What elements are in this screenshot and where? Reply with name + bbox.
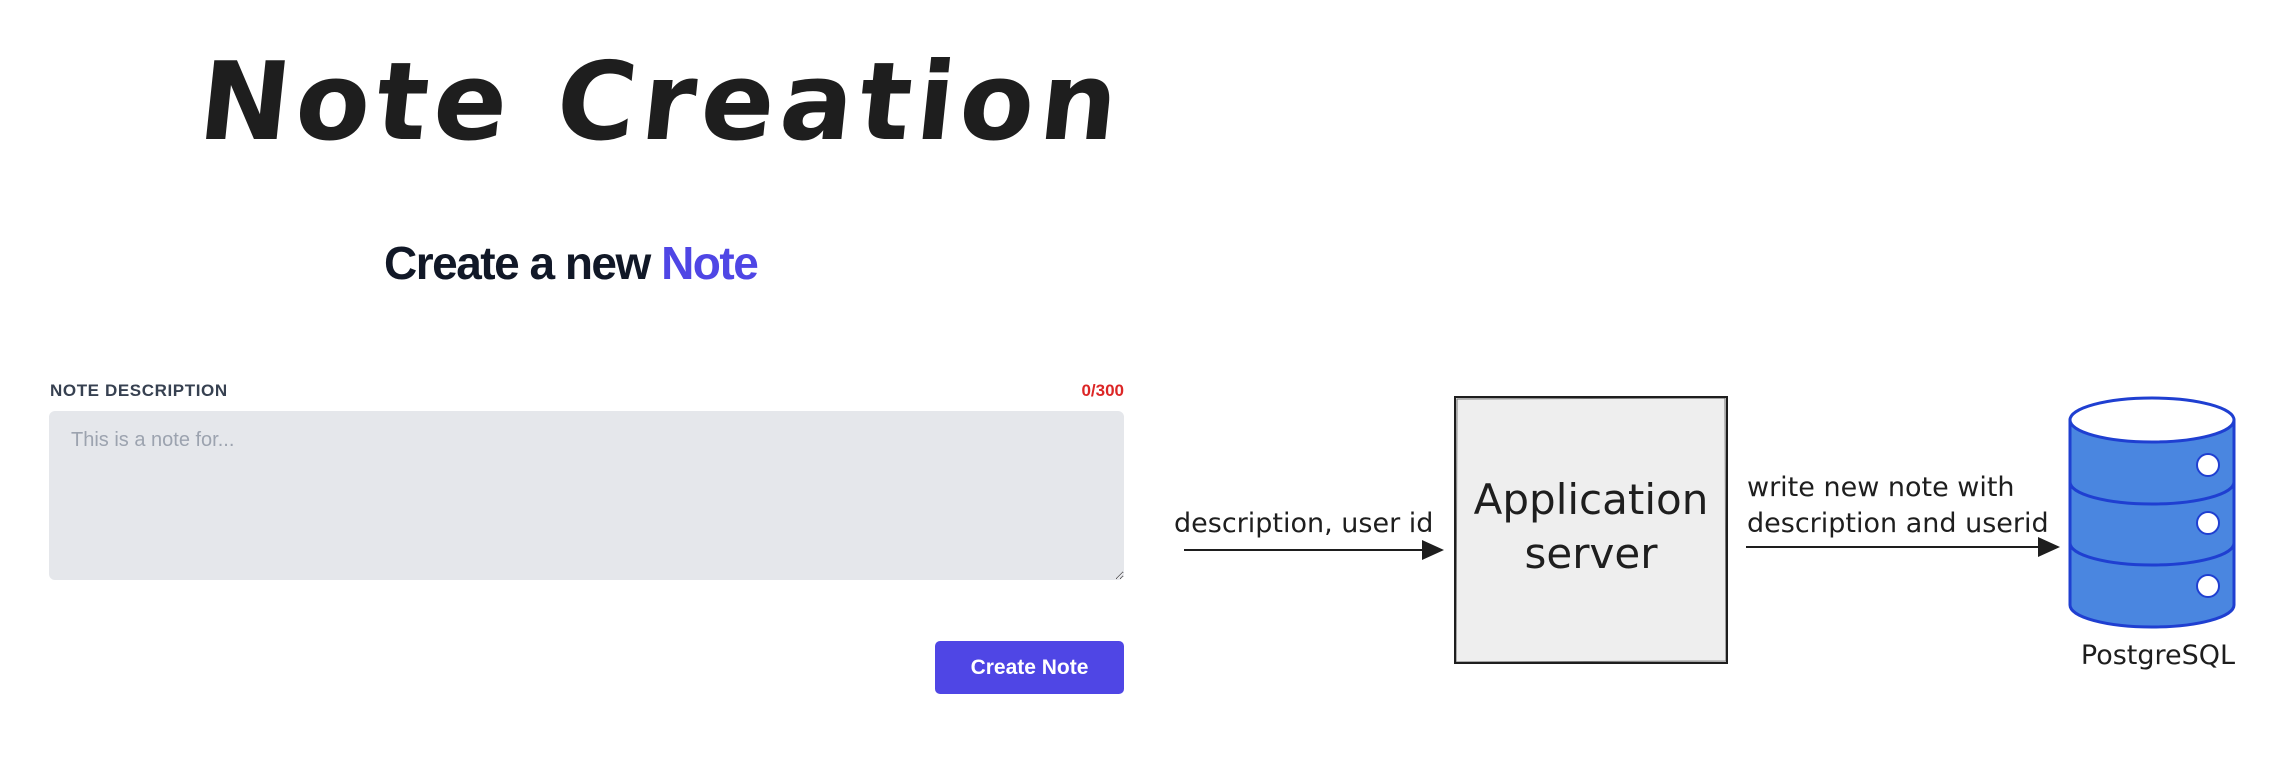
sketch-title: Note Creation xyxy=(193,40,1131,165)
create-note-button[interactable]: Create Note xyxy=(935,641,1124,694)
note-description-label: NOTE DESCRIPTION xyxy=(50,381,228,400)
character-counter: 0/300 xyxy=(1081,381,1124,400)
heading-accent: Note xyxy=(661,237,759,289)
page-heading: Create a new Note xyxy=(384,236,759,290)
heading-prefix: Create a new xyxy=(384,237,651,289)
output-arrow-label-line1: write new note with xyxy=(1747,472,2015,503)
output-arrow-label-line2: description and userid xyxy=(1747,508,2049,539)
server-label-line1: Application xyxy=(1474,475,1709,524)
input-arrow-label: description, user id xyxy=(1174,508,1433,539)
note-description-input[interactable] xyxy=(49,411,1124,580)
database-icon xyxy=(2068,396,2236,629)
server-label-line2: server xyxy=(1525,529,1659,578)
architecture-diagram: description, user id Application server … xyxy=(1174,396,2236,671)
database-label: PostgreSQL xyxy=(2081,640,2235,671)
